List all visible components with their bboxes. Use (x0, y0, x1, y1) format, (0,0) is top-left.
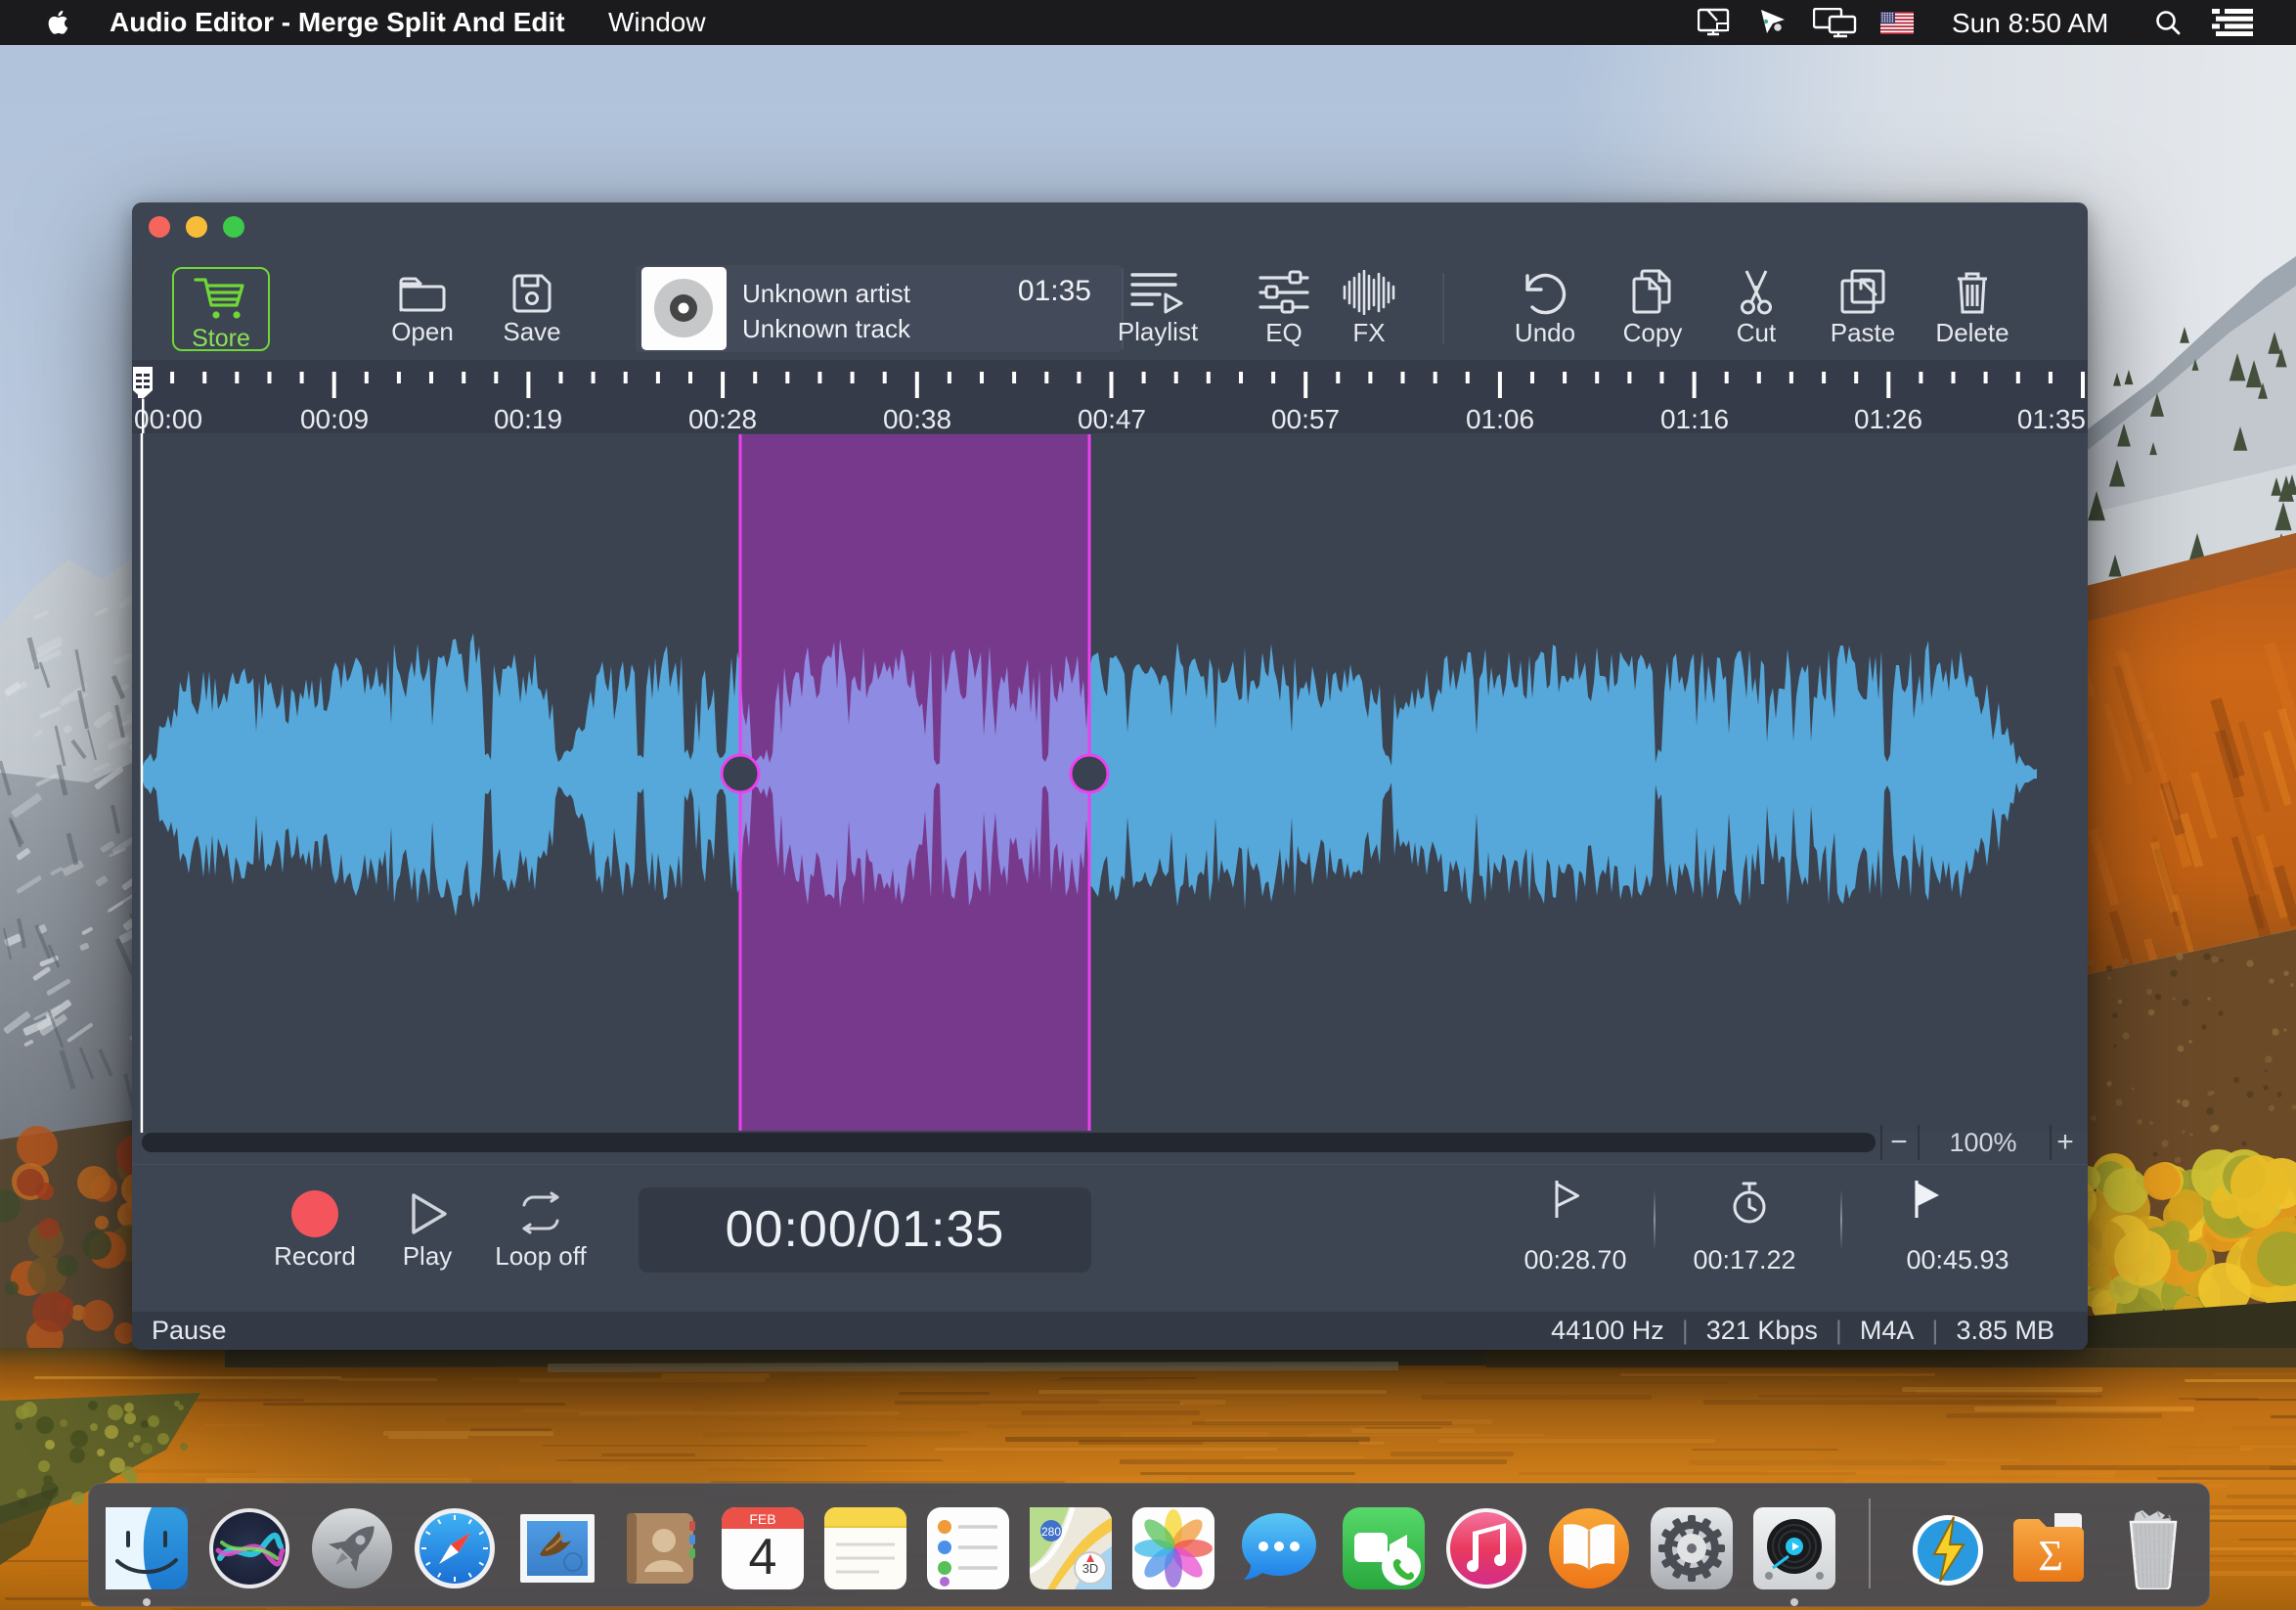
svg-text:00:47: 00:47 (1078, 404, 1146, 433)
svg-text:3D: 3D (1082, 1561, 1099, 1576)
svg-text:00:09: 00:09 (300, 404, 369, 433)
svg-text:01:35: 01:35 (2017, 404, 2086, 433)
svg-text:280: 280 (1041, 1525, 1061, 1539)
svg-text:01:06: 01:06 (1466, 404, 1534, 433)
svg-text:00:57: 00:57 (1271, 404, 1340, 433)
svg-text:00:38: 00:38 (883, 404, 951, 433)
svg-text:FEB: FEB (749, 1511, 775, 1527)
svg-text:00:28: 00:28 (688, 404, 757, 433)
svg-text:Σ: Σ (2038, 1532, 2063, 1580)
svg-text:00:00: 00:00 (134, 404, 202, 433)
svg-text:4: 4 (749, 1529, 777, 1586)
svg-text:01:16: 01:16 (1660, 404, 1729, 433)
svg-text:00:19: 00:19 (494, 404, 562, 433)
svg-text:01:26: 01:26 (1854, 404, 1922, 433)
